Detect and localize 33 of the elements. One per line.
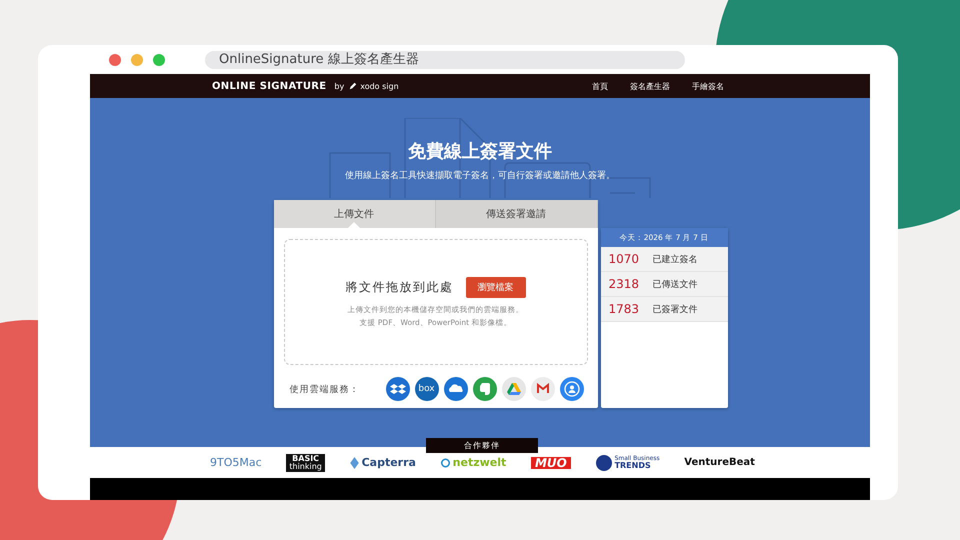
partner-logo[interactable]: MUO (530, 456, 571, 468)
cloud-icon[interactable] (444, 377, 468, 401)
stat-label: 已建立簽名 (652, 254, 698, 266)
by-text: by (334, 82, 344, 90)
stat-count: 1783 (608, 302, 638, 316)
partners-title: 合作夥伴 (426, 438, 538, 453)
tab[interactable]: 上傳文件 (274, 200, 436, 228)
stat-count: 1070 (608, 252, 638, 266)
person-icon[interactable] (560, 377, 584, 401)
pen-icon (349, 82, 358, 90)
browse-button[interactable]: 瀏覽檔案 (466, 276, 526, 298)
stat-label: 已傳送文件 (652, 278, 698, 290)
stat-count: 2318 (608, 277, 638, 291)
stat-label: 已簽署文件 (652, 304, 698, 316)
partner-logo: xodo sign (360, 82, 399, 90)
dropbox-icon[interactable] (386, 377, 410, 401)
site-logo[interactable]: ONLINE SIGNATURE (212, 80, 326, 92)
partner-logo[interactable]: BASIC thinking (286, 454, 325, 472)
address-bar[interactable]: OnlineSignature 線上簽名產生器 (205, 50, 685, 68)
partner-logo[interactable]: 9TO5Mac (210, 457, 262, 468)
nav-link[interactable]: 手繪簽名 (692, 80, 724, 92)
envelope-icon[interactable] (530, 377, 554, 401)
close-icon[interactable] (109, 54, 121, 66)
maximize-icon[interactable] (153, 54, 165, 66)
hero-subtitle: 使用線上簽名工具快速擷取電子簽名，可自行簽署或邀請他人簽署。 (345, 170, 615, 182)
hero-title: 免費線上簽署文件 (408, 140, 552, 163)
nav-link[interactable]: 首頁 (592, 80, 608, 92)
nav-link[interactable]: 簽名產生器 (630, 80, 670, 92)
partner-logo[interactable]: Capterra (350, 456, 416, 468)
box-logo-button[interactable]: box (414, 377, 438, 401)
cloud-label: 使用雲端服務： (290, 384, 360, 396)
partner-logo[interactable]: VentureBeat (684, 458, 755, 468)
drop-prompt: 將文件拖放到此處 (346, 278, 454, 296)
